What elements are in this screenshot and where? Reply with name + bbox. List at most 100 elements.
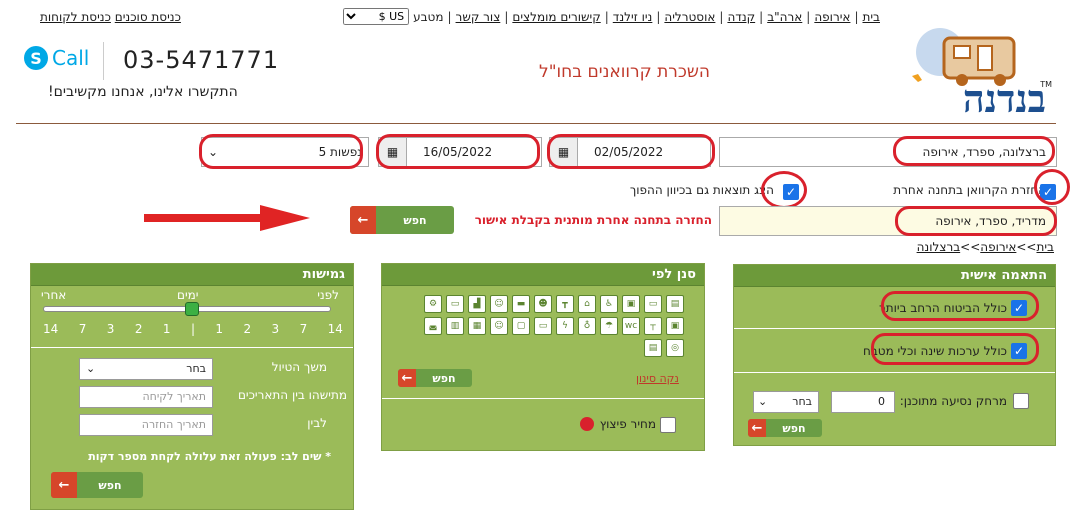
tv-icon[interactable]: ▭ xyxy=(446,295,464,313)
shower-icon[interactable]: ☂ xyxy=(600,317,618,335)
wc-icon[interactable]: wc xyxy=(622,317,640,335)
window-icon[interactable]: ▢ xyxy=(512,317,530,335)
children-icon[interactable]: ☺ xyxy=(490,317,508,335)
return-location-input[interactable]: מדריד, ספרד, אירופה xyxy=(719,206,1057,236)
phone-number: 03-5471771 xyxy=(123,46,280,74)
nav-canada[interactable]: קנדה xyxy=(727,10,755,24)
pickup-date-input[interactable]: ▦ 02/05/2022 xyxy=(549,137,711,167)
breadcrumb-home[interactable]: בית xyxy=(1036,240,1054,254)
calendar-icon: ▦ xyxy=(379,138,407,166)
caravan-icon[interactable]: ▣ xyxy=(622,295,640,313)
personal-panel: התאמה אישית ✓ כולל הביטוח הרחב ביותר ✓ כ… xyxy=(733,264,1056,446)
skype-call-button[interactable]: S Call xyxy=(24,46,89,70)
to-label: לבין xyxy=(307,416,327,430)
person-icon[interactable]: ☺ xyxy=(490,295,508,313)
people-icon[interactable]: ☻ xyxy=(534,295,552,313)
between-label: מתישהו בין התאריכים xyxy=(237,388,347,402)
kitchen-kit-checkbox[interactable]: ✓ xyxy=(1011,343,1027,359)
trip-length-select[interactable]: בחר ⌄ xyxy=(79,358,213,380)
clear-filter-link[interactable]: נקה סינון xyxy=(636,372,704,385)
breadcrumb-sep: >> xyxy=(1016,240,1037,254)
flex-search-label: חפש xyxy=(98,478,122,492)
compensation-checkbox[interactable] xyxy=(660,417,676,433)
breadcrumb-europe[interactable]: אירופה xyxy=(980,240,1016,254)
passengers-select[interactable]: ⌄ 5 נפשות xyxy=(201,137,369,167)
awning-icon[interactable]: ⌂ xyxy=(578,295,596,313)
red-arrow-icon xyxy=(144,205,310,231)
nav-usa[interactable]: ארה"ב xyxy=(767,10,802,24)
reverse-label[interactable]: הצג תוצאות גם בכיוון ההפוך xyxy=(630,183,774,197)
gear-icon[interactable]: ⚙ xyxy=(424,295,442,313)
return-date-value: 16/05/2022 xyxy=(423,145,493,159)
tap-icon[interactable]: ┬ xyxy=(644,317,662,335)
filter-title: סנן לפי xyxy=(382,264,704,286)
insurance-checkbox[interactable]: ✓ xyxy=(1011,300,1027,316)
agents-login-link[interactable]: כניסת סוכנים xyxy=(115,10,181,24)
days-label: ימים xyxy=(177,288,199,302)
search-button-label: חפש xyxy=(403,213,427,227)
breadcrumb-city[interactable]: ברצלונה xyxy=(917,240,961,254)
nav-links[interactable]: קישורים מומלצים xyxy=(512,10,600,24)
power-icon[interactable]: ϟ xyxy=(556,317,574,335)
chevron-down-icon: ⌄ xyxy=(758,395,768,408)
bomb-icon xyxy=(580,417,594,431)
filter-search-label: חפש xyxy=(432,371,456,385)
divider xyxy=(382,398,704,399)
calendar-icon: ▦ xyxy=(550,138,578,166)
kitchen-kit-label[interactable]: כולל ערכות שינה וכלי מטבח xyxy=(863,344,1007,358)
nav-home[interactable]: בית xyxy=(862,10,880,24)
search-vehicle-icon[interactable]: ◎ xyxy=(666,339,684,357)
tick-label: 14 xyxy=(327,322,343,336)
cyclist-icon[interactable]: ♁ xyxy=(578,317,596,335)
arrow-left-icon: ← xyxy=(748,419,766,437)
return-other-checkbox[interactable]: ✓ xyxy=(1040,184,1056,200)
distance-row: מרחק נסיעה מתוכנן: 0 בחר ⌄ ← חפש xyxy=(734,373,1055,445)
bath-icon[interactable]: ◛ xyxy=(424,317,442,335)
distance-select-value: בחר xyxy=(792,395,812,408)
distance-select[interactable]: בחר ⌄ xyxy=(753,391,819,413)
after-label: אחרי xyxy=(41,288,67,302)
insurance-label[interactable]: כולל הביטוח הרחב ביותר xyxy=(879,301,1007,315)
search-button[interactable]: ← חפש xyxy=(350,206,454,234)
logo[interactable]: בנדנה TM xyxy=(904,26,1052,122)
personal-search-label: חפש xyxy=(782,421,806,435)
distance-input[interactable]: 0 xyxy=(831,391,895,413)
nav-australia[interactable]: אוסטרליה xyxy=(664,10,715,24)
warning-text: * שים לב: פעולה זאת עלולה לקחת מספר דקות xyxy=(88,450,331,463)
distance-checkbox[interactable] xyxy=(1013,393,1029,409)
return-other-label[interactable]: החזרת הקרוואן בתחנה אחרת xyxy=(893,183,1046,197)
feature-icons: ⚙ ▭ ▟ ☺ ▬ ☻ ┳ ⌂ ♿ ▣ ▭ ▤ ◛ ▥ ▦ ☺ ▢ ▭ ϟ ♁ … xyxy=(424,295,684,357)
nav-contact[interactable]: צור קשר xyxy=(456,10,501,24)
personal-search-button[interactable]: ← חפש xyxy=(748,419,822,437)
stairs-icon[interactable]: ▟ xyxy=(468,295,486,313)
location-input[interactable]: ברצלונה, ספרד, אירופה xyxy=(719,137,1057,167)
truck-icon[interactable]: ▤ xyxy=(666,295,684,313)
fridge-icon[interactable]: ▦ xyxy=(468,317,486,335)
header-divider xyxy=(16,123,1056,124)
arrow-left-icon: ← xyxy=(350,206,376,234)
sofa-icon[interactable]: ▭ xyxy=(534,317,552,335)
flex-slider-handle[interactable] xyxy=(185,302,199,316)
table-icon[interactable]: ┳ xyxy=(556,295,574,313)
arrow-left-icon: ← xyxy=(398,369,416,387)
flexibility-title: גמישות xyxy=(31,264,353,286)
motorhome-icon[interactable]: ▤ xyxy=(644,339,662,357)
flex-search-button[interactable]: ← חפש xyxy=(51,472,143,498)
filter-panel: סנן לפי ⚙ ▭ ▟ ☺ ▬ ☻ ┳ ⌂ ♿ ▣ ▭ ▤ ◛ ▥ ▦ ☺ … xyxy=(381,263,705,451)
nav-new-zealand[interactable]: ניו זילנד xyxy=(613,10,653,24)
filter-search-button[interactable]: ← חפש xyxy=(398,369,472,387)
wheelchair-icon[interactable]: ♿ xyxy=(600,295,618,313)
pickup-date-placeholder[interactable]: תאריך לקיחה xyxy=(79,386,213,408)
car-icon[interactable]: ▭ xyxy=(644,295,662,313)
nav-europe[interactable]: אירופה xyxy=(814,10,850,24)
camper-icon[interactable]: ▣ xyxy=(666,317,684,335)
reverse-checkbox[interactable]: ✓ xyxy=(783,184,799,200)
currency-select[interactable]: US $ xyxy=(343,8,410,25)
tick-label: 7 xyxy=(78,322,87,336)
return-date-input[interactable]: ▦ 16/05/2022 xyxy=(378,137,542,167)
kitchen-icon[interactable]: ▥ xyxy=(446,317,464,335)
bed-icon[interactable]: ▬ xyxy=(512,295,530,313)
customers-login-link[interactable]: כניסת לקוחות xyxy=(40,10,111,24)
return-date-placeholder[interactable]: תאריך החזרה xyxy=(79,414,213,436)
before-label: לפני xyxy=(317,288,339,302)
